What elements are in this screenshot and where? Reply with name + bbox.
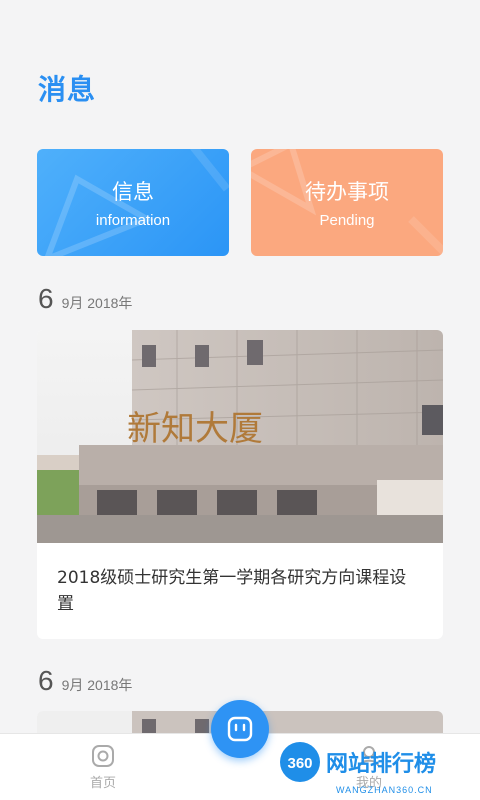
building-photo: 新知大厦 <box>37 330 443 543</box>
date-header: 6 9月 2018年 <box>38 283 132 315</box>
building-sign: 新知大厦 <box>127 409 263 449</box>
date-header: 6 9月 2018年 <box>38 665 132 697</box>
watermark-url: WANGZHAN360.CN <box>336 785 433 795</box>
date-day: 6 <box>38 283 54 314</box>
pending-card[interactable]: 待办事项 Pending <box>251 149 443 256</box>
tab-home[interactable]: 首页 <box>90 744 116 791</box>
information-card-title: 信息 <box>112 180 154 204</box>
date-day: 6 <box>38 665 54 696</box>
home-icon <box>92 745 114 767</box>
pending-card-subtitle: Pending <box>319 212 375 229</box>
pending-card-title: 待办事项 <box>305 180 389 204</box>
date-month-year: 9月 2018年 <box>61 295 133 311</box>
socket-icon <box>227 716 253 742</box>
news-title: 2018级硕士研究生第一学期各研究方向课程设置 <box>57 568 407 614</box>
news-card[interactable]: 新知大厦 2018级硕士研究生第一学期各研究方向课程设置 <box>37 330 443 639</box>
information-card[interactable]: 信息 information <box>37 149 229 256</box>
center-action-button[interactable] <box>211 700 269 758</box>
watermark-badge-text: 360 <box>287 755 312 772</box>
page-title: 消息 <box>38 73 97 106</box>
information-card-subtitle: information <box>95 212 171 229</box>
watermark-text: 网站排行榜 <box>326 751 436 777</box>
tab-home-label: 首页 <box>90 776 117 791</box>
date-month-year: 9月 2018年 <box>61 677 133 693</box>
site-watermark: 360 网站排行榜 WANGZHAN360.CN <box>280 742 436 795</box>
